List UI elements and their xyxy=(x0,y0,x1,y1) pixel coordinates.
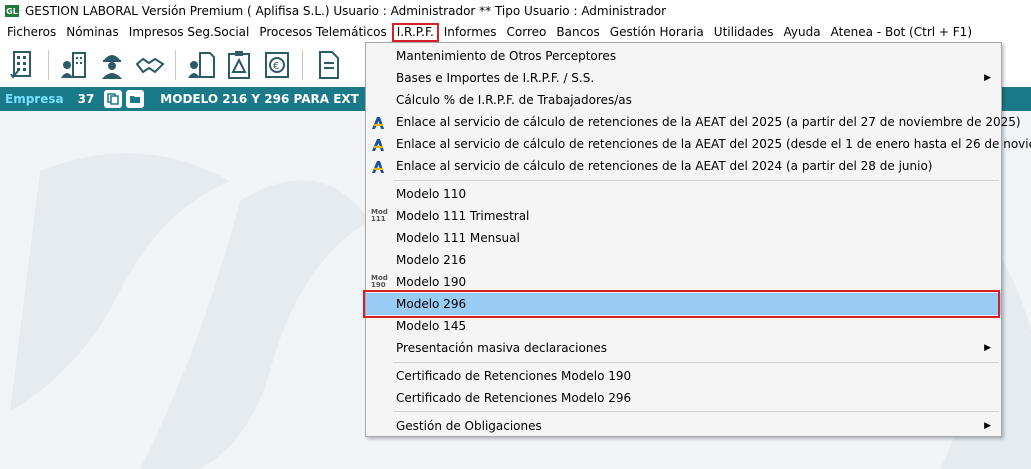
menu-item-calculo-irpf-trabajadores[interactable]: Cálculo % de I.R.P.F. de Trabajadores/as xyxy=(366,89,1001,111)
menu-item-certificado-296[interactable]: Certificado de Retenciones Modelo 296 xyxy=(366,387,1001,409)
menu-gestion-horaria[interactable]: Gestión Horaria xyxy=(605,23,709,42)
irpf-dropdown-menu: Mantenimiento de Otros Perceptores Bases… xyxy=(365,42,1031,437)
menu-irpf[interactable]: I.R.P.F. xyxy=(391,23,439,42)
menu-ficheros[interactable]: Ficheros xyxy=(0,23,61,42)
menu-item-mantenimiento-otros-perceptores[interactable]: Mantenimiento de Otros Perceptores xyxy=(366,45,1001,67)
menu-separator xyxy=(394,362,999,363)
submenu-arrow-icon: ▶ xyxy=(984,421,991,431)
menu-utilidades[interactable]: Utilidades xyxy=(709,23,779,42)
aeat-icon xyxy=(371,159,385,173)
building-icon[interactable] xyxy=(8,50,38,80)
menu-correo[interactable]: Correo xyxy=(502,23,552,42)
euro-envelope-icon[interactable]: € xyxy=(262,50,292,80)
aeat-icon xyxy=(371,137,385,151)
menu-atenea-bot[interactable]: Atenea - Bot (Ctrl + F1) xyxy=(826,23,977,42)
menu-item-enlace-aeat-2024[interactable]: Enlace al servicio de cálculo de retenci… xyxy=(366,155,1001,177)
submenu-arrow-icon: ▶ xyxy=(984,343,991,353)
window-title: GESTION LABORAL Versión Premium ( Aplifi… xyxy=(25,4,667,18)
menu-bar: Ficheros Nóminas Impresos Seg.Social Pro… xyxy=(0,22,1031,43)
handshake-icon[interactable] xyxy=(135,50,165,80)
menu-nominas[interactable]: Nóminas xyxy=(61,23,124,42)
svg-text:€: € xyxy=(273,61,279,72)
menu-item-enlace-aeat-2025-nov[interactable]: Enlace al servicio de cálculo de retenci… xyxy=(366,111,1021,133)
toolbar-separator xyxy=(302,50,303,80)
menu-item-modelo-110[interactable]: Modelo 110 xyxy=(366,183,1001,205)
menu-separator xyxy=(394,411,999,412)
toolbar-separator xyxy=(175,50,176,80)
worker-building-icon[interactable] xyxy=(59,50,89,80)
menu-item-bases-importes-irpf[interactable]: Bases e Importes de I.R.P.F. / S.S. ▶ xyxy=(366,67,1001,89)
toolbar-separator xyxy=(48,50,49,80)
company-label: Empresa xyxy=(5,92,64,106)
menu-informes[interactable]: Informes xyxy=(439,23,502,42)
menu-item-presentacion-masiva[interactable]: Presentación masiva declaraciones ▶ xyxy=(366,337,1001,359)
copy-icon[interactable] xyxy=(104,90,123,108)
menu-bancos[interactable]: Bancos xyxy=(551,23,604,42)
menu-separator xyxy=(394,180,999,181)
module-title: MODELO 216 Y 296 PARA EXT xyxy=(160,92,359,106)
worker-icon[interactable] xyxy=(97,50,127,80)
menu-ayuda[interactable]: Ayuda xyxy=(779,23,826,42)
menu-item-modelo-216[interactable]: Modelo 216 xyxy=(366,249,1001,271)
menu-item-modelo-111-mensual[interactable]: Modelo 111 Mensual xyxy=(366,227,1001,249)
submenu-arrow-icon: ▶ xyxy=(984,73,991,83)
company-code: 37 xyxy=(77,92,95,106)
selection-highlight-frame xyxy=(363,290,1000,318)
menu-item-enlace-aeat-2025-ene[interactable]: Enlace al servicio de cálculo de retenci… xyxy=(366,133,1031,155)
folder-icon[interactable] xyxy=(126,90,145,108)
menu-item-certificado-190[interactable]: Certificado de Retenciones Modelo 190 xyxy=(366,365,1001,387)
aeat-icon xyxy=(371,115,385,129)
menu-procesos-telematicos[interactable]: Procesos Telemáticos xyxy=(254,23,391,42)
document-icon[interactable] xyxy=(313,50,343,80)
mod-190-icon: Mod 190 xyxy=(371,274,388,289)
title-bar: GL GESTION LABORAL Versión Premium ( Apl… xyxy=(0,0,1031,22)
app-logo: GL xyxy=(5,5,19,17)
worker-file-icon[interactable] xyxy=(186,50,216,80)
menu-item-gestion-obligaciones[interactable]: Gestión de Obligaciones ▶ xyxy=(366,415,1001,437)
clipboard-alert-icon[interactable] xyxy=(224,50,254,80)
menu-item-modelo-145[interactable]: Modelo 145 xyxy=(366,315,1001,337)
menu-impresos-seg-social[interactable]: Impresos Seg.Social xyxy=(124,23,255,42)
mod-111-icon: Mod 111 xyxy=(371,208,388,223)
menu-item-modelo-111-trimestral[interactable]: Mod 111 Modelo 111 Trimestral xyxy=(366,205,1001,227)
